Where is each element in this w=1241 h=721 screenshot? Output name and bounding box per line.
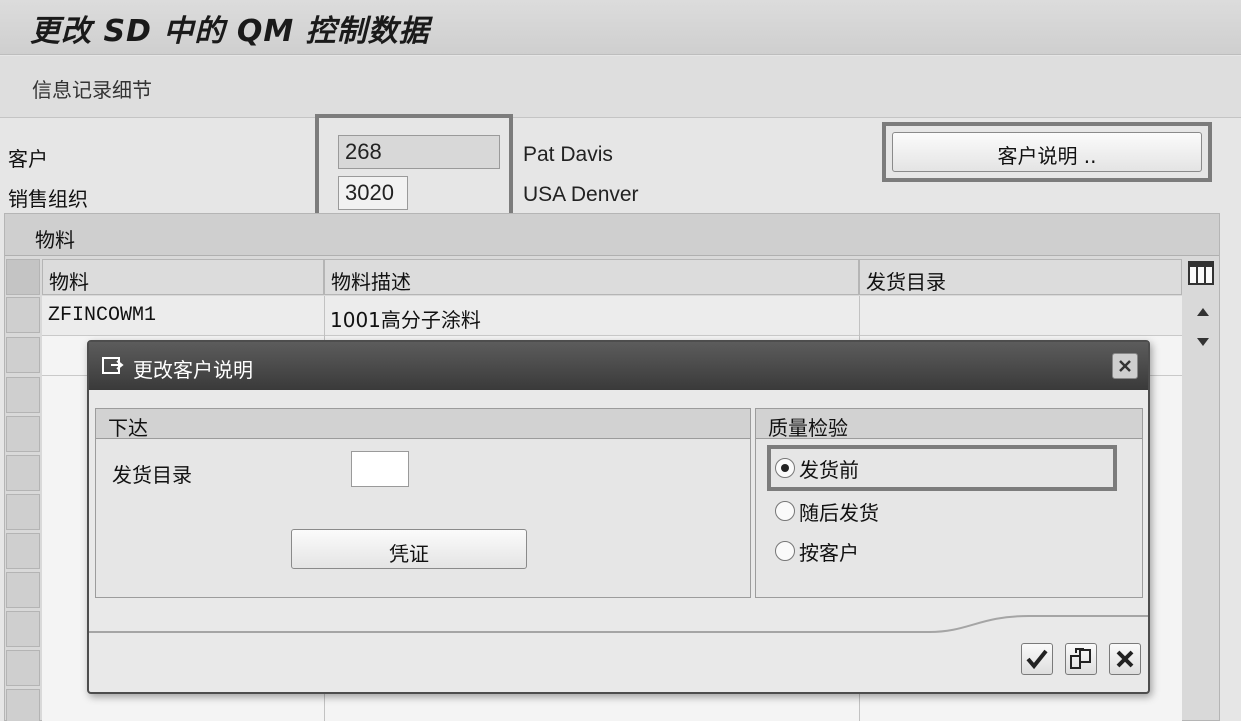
radio-button[interactable] <box>775 501 795 521</box>
close-icon <box>1119 360 1131 372</box>
dialog-footer-divider <box>89 615 1148 633</box>
qi-group-header: 质量检验 <box>756 409 1142 440</box>
customer-label: 客户 <box>8 147 48 171</box>
copy-button[interactable] <box>1065 643 1097 675</box>
radio-by-customer[interactable]: 按客户 <box>775 536 975 566</box>
sales-org-label: 销售组织 <box>8 187 88 211</box>
row-selector[interactable] <box>6 416 40 452</box>
cell-catalog[interactable] <box>859 296 1182 336</box>
dialog-window-icon <box>102 357 124 374</box>
certificate-button[interactable]: 凭证 <box>291 529 527 569</box>
dialog-title: 更改客户说明 <box>133 358 253 382</box>
dialog-close-button[interactable] <box>1112 353 1138 379</box>
radio-button[interactable] <box>775 541 795 561</box>
row-selector[interactable] <box>6 611 40 647</box>
sales-org-name: USA Denver <box>523 183 639 206</box>
release-group: 下达 发货目录 凭证 <box>95 408 751 598</box>
material-section-title: 物料 <box>35 228 75 252</box>
select-all-rows[interactable] <box>6 259 40 295</box>
customer-description-button[interactable]: 客户说明 .. <box>892 132 1202 172</box>
qi-group-title: 质量检验 <box>768 416 848 440</box>
dialog-title-bar[interactable]: 更改客户说明 <box>89 342 1148 390</box>
row-selector[interactable] <box>6 377 40 413</box>
row-selector[interactable] <box>6 689 40 721</box>
column-header-catalog[interactable]: 发货目录 <box>859 259 1182 295</box>
sales-org-field[interactable]: 3020 <box>338 176 408 210</box>
info-record-details-button[interactable]: 信息记录细节 <box>32 74 152 103</box>
radio-label: 随后发货 <box>799 501 879 525</box>
row-selector[interactable] <box>6 494 40 530</box>
material-section-header: 物料 <box>5 214 1219 256</box>
application-toolbar: 信息记录细节 <box>0 56 1241 118</box>
row-selector[interactable] <box>6 337 40 373</box>
column-header-description[interactable]: 物料描述 <box>324 259 859 295</box>
cell-description[interactable]: 1001高分子涂料 <box>324 296 859 336</box>
cell-material[interactable]: ZFINCOWM1 <box>42 296 324 336</box>
radio-label: 发货前 <box>799 458 859 482</box>
cancel-x-icon <box>1116 650 1134 668</box>
release-group-header: 下达 <box>96 409 750 440</box>
release-group-title: 下达 <box>108 416 148 440</box>
radio-label: 按客户 <box>799 541 859 565</box>
change-customer-description-dialog: 更改客户说明 下达 发货目录 凭证 质量检验 发货前 随后发货 按客户 <box>87 340 1150 694</box>
table-settings-icon[interactable] <box>1186 258 1216 288</box>
row-selector[interactable] <box>6 650 40 686</box>
row-selector[interactable] <box>6 572 40 608</box>
title-bar: 更改 SD 中的 QM 控制数据 <box>0 0 1241 55</box>
row-selector[interactable] <box>6 455 40 491</box>
confirm-button[interactable] <box>1021 643 1053 675</box>
row-selector[interactable] <box>6 533 40 569</box>
customer-name: Pat Davis <box>523 143 613 166</box>
radio-button[interactable] <box>775 458 795 478</box>
scroll-down-icon[interactable] <box>1195 336 1211 348</box>
radio-before-shipment[interactable]: 发货前 <box>775 453 975 483</box>
cancel-button[interactable] <box>1109 643 1141 675</box>
customer-field[interactable]: 268 <box>338 135 500 169</box>
confirm-check-icon <box>1026 649 1048 670</box>
radio-subsequent-shipment[interactable]: 随后发货 <box>775 496 975 526</box>
scroll-up-icon[interactable] <box>1195 306 1211 318</box>
row-selector[interactable] <box>6 297 40 333</box>
page-title: 更改 SD 中的 QM 控制数据 <box>30 14 430 49</box>
copy-icon <box>1070 648 1091 669</box>
catalog-label: 发货目录 <box>112 463 192 487</box>
column-header-material[interactable]: 物料 <box>42 259 324 295</box>
catalog-input[interactable] <box>351 451 409 487</box>
